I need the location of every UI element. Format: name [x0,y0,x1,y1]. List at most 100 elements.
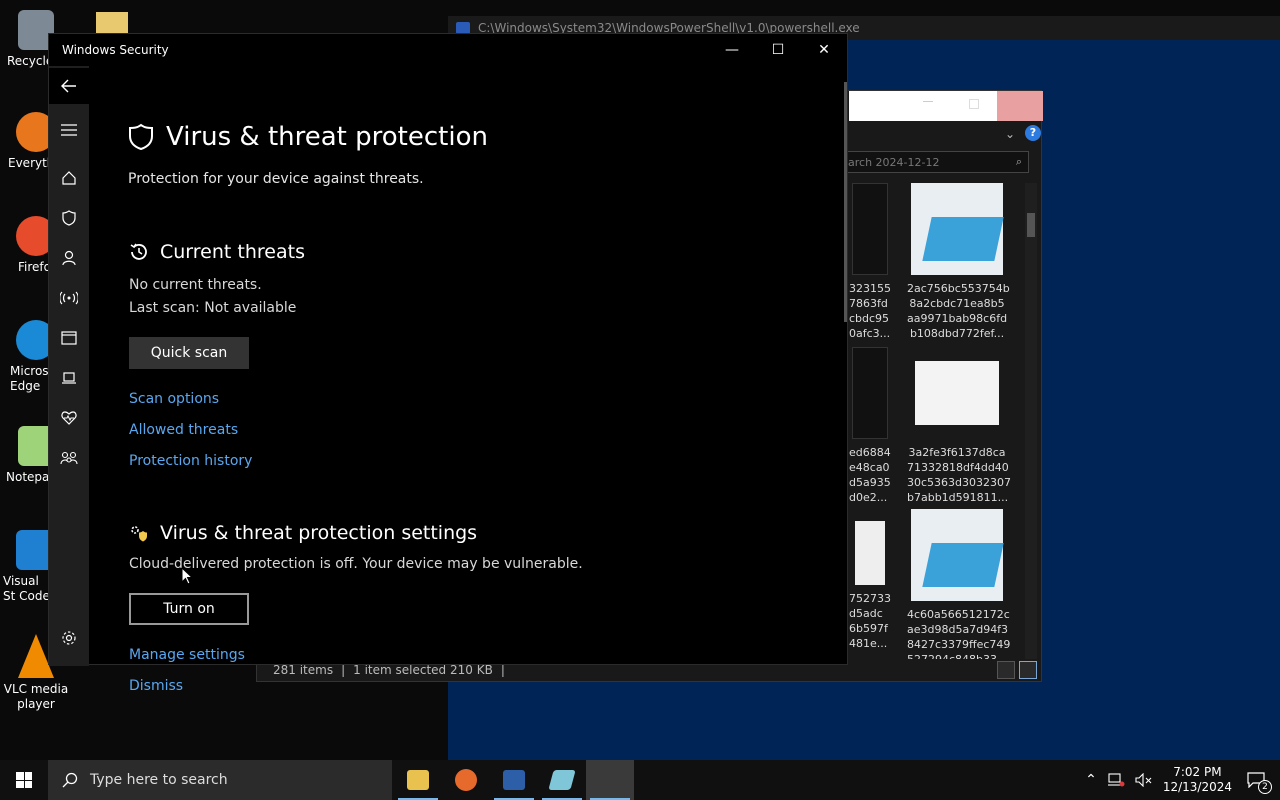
file-name: 752733 d5adc 6b597f 481e... [849,592,891,650]
firefox-icon [455,769,477,791]
clock-time: 7:02 PM [1173,765,1222,779]
file-item[interactable]: 2ac756bc553754b 8a2cbdc71ea8b5 aa9971bab… [907,183,1010,341]
shield-icon [62,210,76,226]
history-icon [130,243,147,260]
menu-button[interactable] [49,112,89,148]
home-icon [62,171,76,185]
explorer-search-input[interactable]: arch 2024-12-12 ⌕ [841,151,1029,173]
notification-center-button[interactable]: 2 [1242,766,1272,794]
taskbar-search-box[interactable]: Type here to search [48,760,392,800]
minimize-button[interactable] [923,101,933,102]
sidebar-item-device-health[interactable] [49,400,89,436]
network-icon[interactable] [1107,773,1125,787]
explorer-scrollbar[interactable] [1025,183,1037,661]
start-button[interactable] [0,760,48,800]
sidebar-item-device-security[interactable] [49,360,89,396]
laptop-icon [62,372,76,384]
family-icon [60,451,78,465]
search-placeholder: Type here to search [90,772,228,788]
turn-on-button[interactable]: Turn on [129,593,249,625]
taskbar-clock[interactable]: 7:02 PM 12/13/2024 [1163,765,1232,795]
settings-file-icon [915,361,999,425]
powershell-script-icon [911,509,1003,601]
current-threats-title: Current threats [160,241,305,263]
settings-shield-icon [131,526,147,542]
taskbar-notepad[interactable] [538,760,586,800]
page-subtitle: Protection for your device against threa… [128,171,424,187]
security-sidebar [49,66,89,666]
scrollbar-thumb[interactable] [1027,213,1035,237]
file-item[interactable]: ed6884 e48ca0 d5a935 d0e2... [849,347,891,505]
help-icon[interactable]: ? [1025,125,1041,141]
sidebar-item-home[interactable] [49,160,89,196]
folder-desktop-icon[interactable] [96,12,128,34]
taskbar: Type here to search ⌃ 7:02 PM 12/13/2024… [0,760,1280,800]
chevron-up-icon[interactable]: ⌃ [1085,772,1097,788]
large-icons-view-button[interactable] [1019,661,1037,679]
last-scan-text: Last scan: Not available [129,300,297,316]
back-button[interactable] [49,68,89,104]
file-thumbnail [852,183,888,275]
manage-settings-link[interactable]: Manage settings [129,647,245,663]
maximize-button[interactable] [969,99,979,109]
current-threats-heading: Current threats [128,241,305,263]
chevron-down-icon[interactable]: ⌄ [1005,127,1015,141]
file-item[interactable]: 323155 7863fd cbdc95 0afc3... [849,183,891,341]
window-title: Windows Security [62,43,169,57]
system-tray: ⌃ 7:02 PM 12/13/2024 2 [1085,760,1280,800]
sidebar-item-account[interactable] [49,240,89,276]
powershell-script-icon [911,183,1003,275]
sidebar-item-app-browser[interactable] [49,320,89,356]
close-button[interactable] [997,91,1043,121]
windows-security-window[interactable]: Windows Security — ☐ ✕ Virus & threat pr… [48,33,848,694]
file-name: 4c60a566512172c ae3d98d5a7d94f3 8427c337… [907,608,1011,666]
file-item[interactable]: 752733 d5adc 6b597f 481e... [849,521,891,651]
volume-muted-icon[interactable] [1135,773,1153,787]
person-icon [62,250,76,266]
page-title-text: Virus & threat protection [166,122,488,152]
notification-badge: 2 [1258,780,1272,794]
file-thumbnail [855,521,885,585]
details-view-button[interactable] [997,661,1015,679]
windows-logo-icon [16,772,32,788]
quick-scan-button[interactable]: Quick scan [129,337,249,369]
file-name: ed6884 e48ca0 d5a935 d0e2... [849,446,891,504]
file-thumbnail [852,347,888,439]
cloud-protection-warning: Cloud-delivered protection is off. Your … [129,556,583,572]
sidebar-item-settings[interactable] [49,620,89,656]
file-name: 323155 7863fd cbdc95 0afc3... [849,282,891,340]
file-item[interactable]: 4c60a566512172c ae3d98d5a7d94f3 8427c337… [907,509,1011,667]
desktop-icon-label: VLC media player [3,682,69,711]
hamburger-icon [61,124,77,136]
wireless-network-icon [60,291,78,305]
protection-history-link[interactable]: Protection history [129,453,252,469]
sidebar-item-firewall[interactable] [49,280,89,316]
mouse-cursor-icon [181,567,193,585]
taskbar-powershell[interactable] [490,760,538,800]
dismiss-link[interactable]: Dismiss [129,678,183,694]
taskbar-firefox[interactable] [442,760,490,800]
security-main-content: Virus & threat protection Protection for… [89,66,845,694]
sidebar-item-family-options[interactable] [49,440,89,476]
scan-options-link[interactable]: Scan options [129,391,219,407]
clock-date: 12/13/2024 [1162,780,1232,794]
maximize-button[interactable]: ☐ [755,34,801,66]
security-scrollbar[interactable] [844,82,847,322]
desktop-icon-label: Visual St Code [3,574,50,603]
file-name: 3a2fe3f6137d8ca 71332818df4dd40 30c5363d… [907,446,1012,504]
taskbar-file-explorer[interactable] [394,760,442,800]
sidebar-item-virus-protection[interactable] [49,200,89,236]
protection-settings-title: Virus & threat protection settings [160,522,478,544]
file-item[interactable]: 3a2fe3f6137d8ca 71332818df4dd40 30c5363d… [907,347,1011,505]
minimize-button[interactable]: — [709,34,755,66]
desktop-icon-label: Micros Edge [10,364,49,393]
folder-icon [407,770,429,790]
security-titlebar[interactable]: Windows Security — ☐ ✕ [49,34,847,66]
protection-settings-heading: Virus & threat protection settings [128,522,477,544]
allowed-threats-link[interactable]: Allowed threats [129,422,238,438]
close-button[interactable]: ✕ [801,34,847,66]
explorer-titlebar[interactable] [849,91,1043,121]
taskbar-windows-security[interactable] [586,760,634,800]
notepad-icon [548,770,576,790]
threat-status: No current threats. [129,277,262,293]
